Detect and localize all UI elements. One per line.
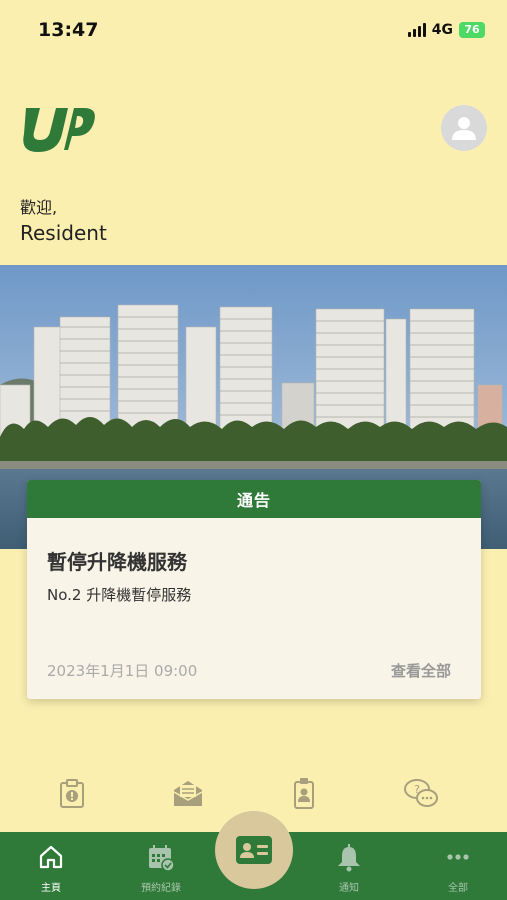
status-bar: 13:47 4G 76: [0, 0, 507, 60]
welcome-text: 歡迎,: [20, 198, 58, 217]
user-icon: [452, 117, 476, 140]
notice-subtitle: No.2 升降機暫停服務: [47, 586, 192, 604]
notice-card[interactable]: 通告 暫停升降機服務 No.2 升降機暫停服務 2023年1月1日 09:00 …: [27, 480, 481, 699]
more-dots-icon: [447, 854, 469, 860]
profile-avatar[interactable]: [441, 105, 487, 151]
id-card-icon: [236, 836, 272, 864]
clipboard-alert-icon[interactable]: [55, 776, 89, 810]
mail-icon[interactable]: [171, 776, 205, 810]
app-logo: [20, 102, 96, 154]
nav-all-label: 全部: [448, 883, 468, 894]
network-type: 4G: [431, 22, 453, 38]
nav-notifications-label: 通知: [339, 883, 359, 894]
nav-booking-label: 預約紀錄: [141, 883, 181, 894]
id-badge-icon[interactable]: [287, 776, 321, 810]
notice-title: 暫停升降機服務: [47, 550, 187, 574]
id-card-button[interactable]: [215, 811, 293, 889]
chat-question-icon[interactable]: ?: [403, 776, 438, 810]
user-name: Resident: [20, 221, 107, 245]
notice-date: 2023年1月1日 09:00: [47, 662, 198, 680]
bell-icon: [338, 844, 360, 872]
signal-icon: [407, 23, 426, 37]
battery-icon: 76: [459, 22, 485, 38]
nav-all[interactable]: 全部: [418, 832, 498, 900]
view-all-link[interactable]: 查看全部: [391, 660, 451, 681]
status-time: 13:47: [38, 19, 99, 41]
notice-header: 通告: [27, 480, 481, 518]
nav-home[interactable]: 主頁: [11, 832, 91, 900]
calendar-check-icon: [149, 845, 175, 872]
status-indicators: 4G 76: [407, 22, 485, 38]
home-icon: [39, 845, 63, 869]
nav-booking-records[interactable]: 預約紀錄: [121, 832, 201, 900]
nav-home-label: 主頁: [41, 883, 61, 894]
nav-notifications[interactable]: 通知: [309, 832, 389, 900]
quick-actions: ?: [0, 776, 507, 812]
